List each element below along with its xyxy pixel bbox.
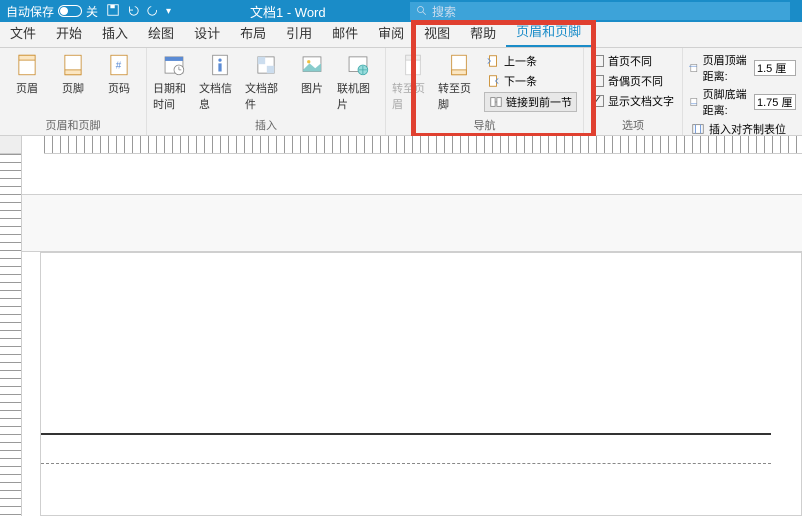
header-underline [41,433,771,435]
header-distance-input[interactable] [754,60,796,76]
tab-help[interactable]: 帮助 [460,19,506,47]
onlinepic-icon [345,52,371,78]
nav-prev-button[interactable]: 上一条 [484,52,577,70]
footer-distance-row: 页脚底端距离: [689,86,796,118]
docinfo-button[interactable]: 文档信息 [199,52,241,112]
footer-dist-icon [689,95,699,109]
tab-home[interactable]: 开始 [46,19,92,47]
header-button[interactable]: 页眉 [6,52,48,96]
group-navigation: 转至页眉 转至页脚 上一条 下一条 链接到前一节 [386,48,584,135]
header-distance-row: 页眉顶端距离: [689,52,796,84]
group-options-label: 选项 [590,115,676,135]
datetime-button[interactable]: 日期和时间 [153,52,195,112]
diff-first-checkbox[interactable]: 首页不同 [590,52,676,70]
toggle-icon [58,5,82,17]
horizontal-ruler[interactable] [44,136,802,154]
tab-references[interactable]: 引用 [276,19,322,47]
group-insert-label: 插入 [153,115,379,135]
header-boundary-line [41,463,771,464]
group-options: 首页不同 奇偶页不同 显示文档文字 选项 [584,48,683,135]
goto-footer-icon [446,52,472,78]
document-page[interactable] [40,252,802,516]
footer-button[interactable]: 页脚 [52,52,94,96]
svg-text:#: # [116,60,122,71]
docinfo-icon [207,52,233,78]
checkbox-checked-icon [592,95,604,107]
tab-file[interactable]: 文件 [0,19,46,47]
header-dist-icon [689,61,699,75]
qat-dropdown-icon[interactable]: ▾ [166,6,171,17]
search-icon [416,5,428,17]
ribbon: 页眉 页脚 # 页码 页眉和页脚 日期和时间 文档信息 [0,48,802,136]
group-hf-label: 页眉和页脚 [6,115,140,135]
search-placeholder: 搜索 [432,3,456,20]
vertical-ruler[interactable] [0,154,22,516]
group-position: 页眉顶端距离: 页脚底端距离: 插入对齐制表位 位置 [683,48,802,135]
group-insert: 日期和时间 文档信息 文档部件 图片 联机图片 插入 [147,48,386,135]
checkbox-icon [592,55,604,67]
datetime-icon [161,52,187,78]
header-icon [14,52,40,78]
docparts-button[interactable]: 文档部件 [245,52,287,112]
ribbon-tabs: 文件 开始 插入 绘图 设计 布局 引用 邮件 审阅 视图 帮助 页眉和页脚 [0,22,802,48]
tab-review[interactable]: 审阅 [368,19,414,47]
tab-insert[interactable]: 插入 [92,19,138,47]
goto-header-icon [400,52,426,78]
docparts-icon [253,52,279,78]
page-gap [22,194,802,252]
picture-button[interactable]: 图片 [291,52,333,96]
footer-icon [60,52,86,78]
link-icon [489,95,503,109]
search-box[interactable]: 搜索 [410,2,790,20]
autosave-state: 关 [86,3,98,20]
ruler-corner [0,136,22,154]
quick-access-toolbar: ▾ [106,3,171,20]
onlinepic-button[interactable]: 联机图片 [337,52,379,112]
tab-view[interactable]: 视图 [414,19,460,47]
goto-header-button[interactable]: 转至页眉 [392,52,434,112]
group-nav-label: 导航 [392,115,577,135]
redo-icon[interactable] [146,3,160,20]
save-icon[interactable] [106,3,120,20]
show-doctext-checkbox[interactable]: 显示文档文字 [590,92,676,110]
page-number-icon: # [106,52,132,78]
tab-mailings[interactable]: 邮件 [322,19,368,47]
nav-next-button[interactable]: 下一条 [484,72,577,90]
document-area[interactable] [0,154,802,516]
autosave-toggle[interactable]: 自动保存 关 [6,3,98,20]
tab-header-footer[interactable]: 页眉和页脚 [506,17,591,47]
undo-icon[interactable] [126,3,140,20]
document-title: 文档1 - Word [250,2,326,21]
align-tab-icon [691,122,705,136]
autosave-label: 自动保存 [6,3,54,20]
picture-icon [299,52,325,78]
tab-design[interactable]: 设计 [184,19,230,47]
footer-distance-input[interactable] [754,94,796,110]
tab-layout[interactable]: 布局 [230,19,276,47]
page-number-button[interactable]: # 页码 [98,52,140,96]
goto-footer-button[interactable]: 转至页脚 [438,52,480,112]
link-to-previous-button[interactable]: 链接到前一节 [484,92,577,112]
tab-draw[interactable]: 绘图 [138,19,184,47]
prev-icon [486,54,500,68]
next-icon [486,74,500,88]
diff-oddeven-checkbox[interactable]: 奇偶页不同 [590,72,676,90]
group-header-footer: 页眉 页脚 # 页码 页眉和页脚 [0,48,147,135]
checkbox-icon [592,75,604,87]
